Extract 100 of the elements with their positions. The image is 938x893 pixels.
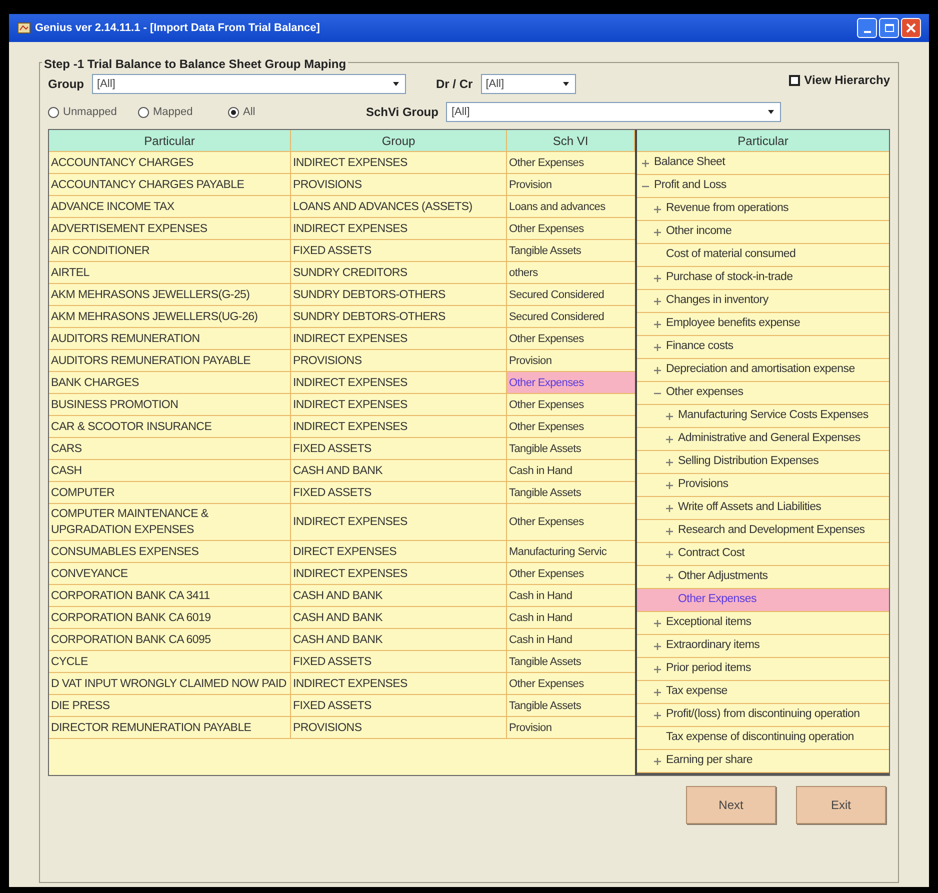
expand-icon[interactable] bbox=[653, 642, 662, 650]
table-cell[interactable]: others bbox=[507, 262, 635, 283]
table-cell: CONVEYANCE bbox=[49, 563, 291, 584]
table-cell[interactable]: Manufacturing Servic bbox=[507, 541, 635, 562]
table-cell[interactable]: Other Expenses bbox=[507, 328, 635, 349]
dropdown-field[interactable]: [All] bbox=[92, 74, 406, 94]
view-hierarchy-checkbox[interactable]: View Hierarchy bbox=[789, 71, 890, 89]
expand-icon[interactable] bbox=[653, 618, 662, 628]
tree-item[interactable]: Balance Sheet bbox=[637, 152, 889, 175]
tree-item[interactable]: Contract Cost bbox=[637, 543, 889, 566]
table-cell[interactable]: Other Expenses bbox=[507, 372, 635, 393]
tree-item[interactable]: Purchase of stock-in-trade bbox=[637, 267, 889, 290]
expand-icon[interactable] bbox=[653, 756, 662, 766]
field-label: SchVi Group bbox=[366, 104, 438, 121]
expand-icon[interactable] bbox=[653, 274, 662, 282]
tree-item[interactable]: Earning per share bbox=[637, 750, 889, 773]
expand-icon[interactable] bbox=[665, 550, 674, 558]
table-cell[interactable]: Other Expenses bbox=[507, 416, 635, 437]
tree-item[interactable]: Manufacturing Service Costs Expenses bbox=[637, 405, 889, 428]
tree-item[interactable]: Changes in inventory bbox=[637, 290, 889, 313]
table-cell[interactable]: Other Expenses bbox=[507, 504, 635, 540]
expand-icon[interactable] bbox=[653, 688, 662, 696]
radio-button[interactable] bbox=[48, 106, 59, 118]
table-cell[interactable]: Tangible Assets bbox=[507, 651, 635, 672]
expand-icon[interactable] bbox=[665, 458, 674, 466]
tree-item[interactable]: Research and Development Expenses bbox=[637, 520, 889, 543]
expand-icon[interactable] bbox=[653, 342, 662, 352]
column-header[interactable]: Particular bbox=[49, 130, 291, 151]
radio-button[interactable] bbox=[138, 106, 149, 118]
column-header[interactable]: Group bbox=[291, 130, 507, 151]
tree-item[interactable]: Depreciation and amortisation expense bbox=[637, 359, 889, 382]
table-cell: DIE PRESS bbox=[49, 695, 291, 716]
tree-item[interactable]: Revenue from operations bbox=[637, 198, 889, 221]
table-cell: INDIRECT EXPENSES bbox=[291, 563, 507, 584]
table-cell[interactable]: Cash in Hand bbox=[507, 585, 635, 606]
table-cell[interactable]: Other Expenses bbox=[507, 673, 635, 694]
expand-icon[interactable] bbox=[653, 710, 662, 720]
tree-item[interactable]: Profit/(loss) from discontinuing operation bbox=[637, 704, 889, 727]
table-cell[interactable]: Secured Considered bbox=[507, 284, 635, 305]
expand-icon[interactable] bbox=[641, 158, 650, 168]
radio-label[interactable]: Unmapped bbox=[63, 104, 117, 120]
expand-icon[interactable] bbox=[665, 504, 674, 512]
action-button[interactable]: Next bbox=[686, 786, 776, 824]
tree-item[interactable]: Employee benefits expense bbox=[637, 313, 889, 336]
expand-icon[interactable] bbox=[653, 228, 662, 236]
table-cell[interactable]: Tangible Assets bbox=[507, 240, 635, 261]
expand-icon[interactable] bbox=[665, 412, 674, 420]
tree-item[interactable]: Finance costs bbox=[637, 336, 889, 359]
table-cell[interactable]: Cash in Hand bbox=[507, 460, 635, 481]
tree-item[interactable]: Selling Distribution Expenses bbox=[637, 451, 889, 474]
table-cell[interactable]: Other Expenses bbox=[507, 218, 635, 239]
expand-icon[interactable] bbox=[653, 366, 662, 374]
tree-item[interactable]: Administrative and General Expenses bbox=[637, 428, 889, 451]
action-button[interactable]: Exit bbox=[796, 786, 886, 824]
tree-item[interactable]: Prior period items bbox=[637, 658, 889, 681]
dropdown-field[interactable]: [All] bbox=[480, 74, 576, 94]
table-cell[interactable]: Other Expenses bbox=[507, 563, 635, 584]
tree-item[interactable]: Exceptional items bbox=[637, 612, 889, 635]
tree-item[interactable]: Other Expenses bbox=[637, 589, 889, 612]
table-cell[interactable]: Cash in Hand bbox=[507, 629, 635, 650]
tree-item[interactable]: Profit and Loss bbox=[637, 175, 889, 198]
tree-item[interactable]: Other income bbox=[637, 221, 889, 244]
expand-icon[interactable] bbox=[665, 480, 674, 490]
tree-item[interactable]: Extraordinary items bbox=[637, 635, 889, 658]
table-cell[interactable]: Tangible Assets bbox=[507, 438, 635, 459]
minimize-button[interactable] bbox=[857, 18, 877, 38]
radio-label[interactable]: All bbox=[243, 104, 256, 120]
table-cell[interactable]: Tangible Assets bbox=[507, 482, 635, 503]
table-cell[interactable]: Other Expenses bbox=[507, 394, 635, 415]
table-cell[interactable]: Other Expenses bbox=[507, 152, 635, 173]
radio-label[interactable]: Mapped bbox=[153, 104, 193, 120]
table-cell[interactable]: Provision bbox=[507, 174, 635, 195]
expand-icon[interactable] bbox=[653, 664, 662, 674]
tree-item[interactable]: Tax expense bbox=[637, 681, 889, 704]
tree-item[interactable]: Write off Assets and Liabilities bbox=[637, 497, 889, 520]
table-cell: ADVERTISEMENT EXPENSES bbox=[49, 218, 291, 239]
expand-icon[interactable] bbox=[665, 434, 674, 444]
expand-icon[interactable] bbox=[653, 204, 662, 214]
table-cell[interactable]: Provision bbox=[507, 350, 635, 371]
close-button[interactable] bbox=[901, 18, 921, 38]
expand-icon[interactable] bbox=[653, 296, 662, 306]
table-cell[interactable]: Loans and advances bbox=[507, 196, 635, 217]
table-cell: AIR CONDITIONER bbox=[49, 240, 291, 261]
tree-item[interactable]: Provisions bbox=[637, 474, 889, 497]
radio-button[interactable] bbox=[228, 106, 239, 118]
tree-item[interactable]: Other expenses bbox=[637, 382, 889, 405]
table-cell[interactable]: Provision bbox=[507, 717, 635, 738]
table-cell[interactable]: Cash in Hand bbox=[507, 607, 635, 628]
tree-item[interactable]: Cost of material consumed bbox=[637, 244, 889, 267]
maximize-button[interactable] bbox=[879, 18, 899, 38]
table-cell: PROVISIONS bbox=[291, 717, 507, 738]
expand-icon[interactable] bbox=[665, 572, 674, 582]
table-cell[interactable]: Tangible Assets bbox=[507, 695, 635, 716]
expand-icon[interactable] bbox=[653, 320, 662, 328]
table-cell: AKM MEHRASONS JEWELLERS(G-25) bbox=[49, 284, 291, 305]
dropdown-field[interactable]: [All] bbox=[446, 102, 782, 122]
column-header[interactable]: Particular bbox=[637, 130, 889, 152]
expand-icon[interactable] bbox=[665, 526, 674, 536]
table-cell[interactable]: Secured Considered bbox=[507, 306, 635, 327]
tree-item[interactable]: Tax expense of discontinuing operation bbox=[637, 727, 889, 750]
